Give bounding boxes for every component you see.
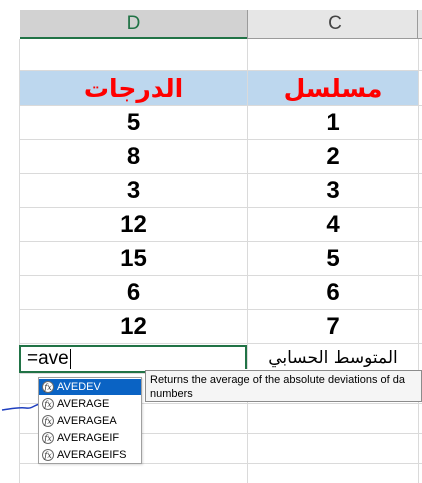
header-cell-grades[interactable]: الدرجات bbox=[20, 71, 247, 105]
cell-serial[interactable]: 3 bbox=[248, 174, 418, 208]
column-separator[interactable] bbox=[417, 10, 418, 39]
cell-grade[interactable]: 6 bbox=[20, 276, 247, 310]
function-tooltip: Returns the average of the absolute devi… bbox=[145, 370, 422, 402]
cell-serial[interactable]: 2 bbox=[248, 140, 418, 174]
tooltip-line: numbers bbox=[150, 388, 193, 400]
function-icon: fx bbox=[42, 449, 54, 461]
header-cell-serial[interactable]: مسلسل bbox=[248, 71, 418, 105]
cell-grade[interactable]: 12 bbox=[20, 208, 247, 242]
autocomplete-item[interactable]: fx AVERAGEIFS bbox=[39, 447, 141, 463]
active-cell-input[interactable]: =ave bbox=[19, 345, 247, 373]
autocomplete-item-label: AVERAGE bbox=[57, 398, 110, 410]
cell-grade[interactable]: 5 bbox=[20, 106, 247, 140]
function-icon: fx bbox=[42, 381, 54, 393]
column-separator[interactable] bbox=[247, 10, 248, 39]
cell-serial[interactable]: 1 bbox=[248, 106, 418, 140]
cell-grade[interactable]: 8 bbox=[20, 140, 247, 174]
autocomplete-item[interactable]: fx AVEDEV bbox=[39, 379, 141, 395]
column-header-c[interactable]: C bbox=[248, 10, 422, 39]
autocomplete-item[interactable]: fx AVERAGEIF bbox=[39, 430, 141, 446]
autocomplete-item-label: AVERAGEIF bbox=[57, 432, 120, 444]
autocomplete-item[interactable]: fx AVERAGE bbox=[39, 396, 141, 412]
column-header-d[interactable]: D bbox=[20, 10, 247, 39]
autocomplete-item-label: AVERAGEIFS bbox=[57, 449, 127, 461]
function-icon: fx bbox=[42, 398, 54, 410]
formula-text: =ave bbox=[27, 348, 69, 369]
autocomplete-list[interactable]: fx AVEDEV fx AVERAGE fx AVERAGEA fx AVER… bbox=[38, 377, 142, 464]
tooltip-line: Returns the average of the absolute devi… bbox=[150, 374, 406, 386]
cell-serial[interactable]: 6 bbox=[248, 276, 418, 310]
autocomplete-item-label: AVEDEV bbox=[57, 381, 101, 393]
text-cursor bbox=[69, 349, 71, 369]
cell-grade[interactable]: 15 bbox=[20, 242, 247, 276]
autocomplete-item-label: AVERAGEA bbox=[57, 415, 117, 427]
spreadsheet: D C الدرجات مسلسل 5 1 8 2 3 3 12 4 15 5 … bbox=[0, 0, 422, 483]
autocomplete-item[interactable]: fx AVERAGEA bbox=[39, 413, 141, 429]
cell-serial[interactable]: 7 bbox=[248, 310, 418, 344]
function-icon: fx bbox=[42, 415, 54, 427]
function-icon: fx bbox=[42, 432, 54, 444]
cell-grade[interactable]: 3 bbox=[20, 174, 247, 208]
cell-serial[interactable]: 4 bbox=[248, 208, 418, 242]
mean-label-cell[interactable]: المتوسط الحسابي bbox=[248, 343, 418, 373]
cell-serial[interactable]: 5 bbox=[248, 242, 418, 276]
cell-grade[interactable]: 12 bbox=[20, 310, 247, 344]
